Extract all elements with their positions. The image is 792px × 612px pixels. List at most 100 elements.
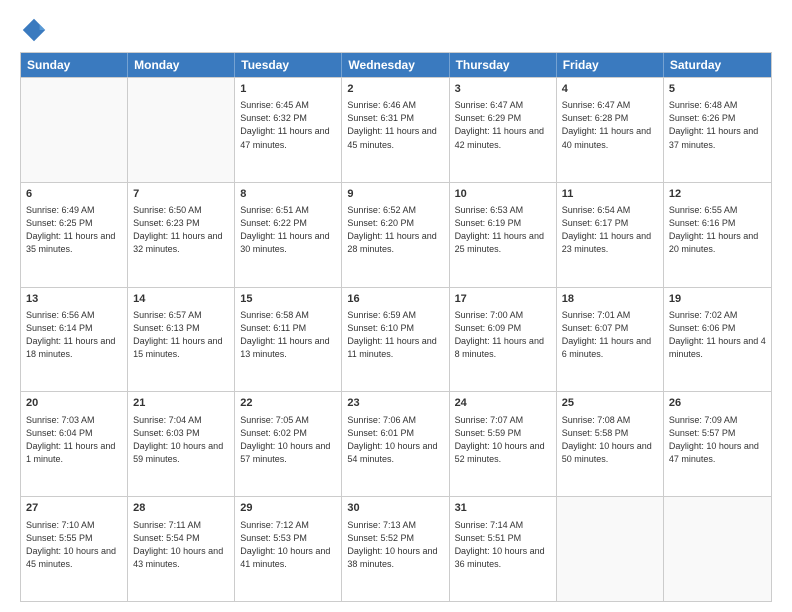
cal-cell-9: 9 Sunrise: 6:52 AMSunset: 6:20 PMDaylight…	[342, 183, 449, 287]
day-number: 5	[669, 82, 766, 97]
day-info: Sunrise: 7:01 AMSunset: 6:07 PMDaylight:…	[562, 309, 658, 361]
cal-cell-25: 25 Sunrise: 7:08 AMSunset: 5:58 PMDayligh…	[557, 392, 664, 496]
cal-cell-empty-0-0	[21, 78, 128, 182]
day-header-saturday: Saturday	[664, 53, 771, 77]
day-info: Sunrise: 6:59 AMSunset: 6:10 PMDaylight:…	[347, 309, 443, 361]
day-number: 16	[347, 292, 443, 307]
cal-cell-23: 23Sunrise: 7:06 AMSunset: 6:01 PMDayligh…	[342, 392, 449, 496]
day-number: 19	[669, 292, 766, 307]
day-number: 17	[455, 292, 551, 307]
cal-cell-24: 24 Sunrise: 7:07 AMSunset: 5:59 PMDayligh…	[450, 392, 557, 496]
day-number: 6	[26, 187, 122, 202]
calendar: SundayMondayTuesdayWednesdayThursdayFrid…	[20, 52, 772, 602]
cal-cell-17: 17 Sunrise: 7:00 AMSunset: 6:09 PMDayligh…	[450, 288, 557, 392]
day-number: 25	[562, 396, 658, 411]
day-number: 9	[347, 187, 443, 202]
day-number: 2	[347, 82, 443, 97]
day-number: 3	[455, 82, 551, 97]
day-number: 8	[240, 187, 336, 202]
day-number: 11	[562, 187, 658, 202]
cal-cell-30: 30 Sunrise: 7:13 AMSunset: 5:52 PMDayligh…	[342, 497, 449, 601]
day-header-monday: Monday	[128, 53, 235, 77]
day-info: Sunrise: 6:47 AMSunset: 6:28 PMDaylight:…	[562, 99, 658, 151]
cal-cell-1: 1 Sunrise: 6:45 AMSunset: 6:32 PMDaylight…	[235, 78, 342, 182]
day-info: Sunrise: 6:49 AMSunset: 6:25 PMDaylight:…	[26, 204, 122, 256]
day-info: Sunrise: 6:56 AMSunset: 6:14 PMDaylight:…	[26, 309, 122, 361]
day-number: 4	[562, 82, 658, 97]
cal-cell-3: 3 Sunrise: 6:47 AMSunset: 6:29 PMDaylight…	[450, 78, 557, 182]
day-info: Sunrise: 7:08 AMSunset: 5:58 PMDaylight:…	[562, 414, 658, 466]
cal-cell-empty-4-5	[557, 497, 664, 601]
calendar-body: 1 Sunrise: 6:45 AMSunset: 6:32 PMDaylight…	[21, 77, 771, 601]
day-number: 30	[347, 501, 443, 516]
day-number: 28	[133, 501, 229, 516]
cal-cell-13: 13 Sunrise: 6:56 AMSunset: 6:14 PMDayligh…	[21, 288, 128, 392]
header	[20, 16, 772, 44]
cal-cell-15: 15Sunrise: 6:58 AMSunset: 6:11 PMDayligh…	[235, 288, 342, 392]
cal-cell-11: 11 Sunrise: 6:54 AMSunset: 6:17 PMDayligh…	[557, 183, 664, 287]
day-header-sunday: Sunday	[21, 53, 128, 77]
day-header-tuesday: Tuesday	[235, 53, 342, 77]
day-number: 21	[133, 396, 229, 411]
day-number: 14	[133, 292, 229, 307]
day-info: Sunrise: 7:00 AMSunset: 6:09 PMDaylight:…	[455, 309, 551, 361]
day-number: 23	[347, 396, 443, 411]
day-number: 15	[240, 292, 336, 307]
cal-cell-31: 31 Sunrise: 7:14 AMSunset: 5:51 PMDayligh…	[450, 497, 557, 601]
day-number: 1	[240, 82, 336, 97]
week-row-3: 13 Sunrise: 6:56 AMSunset: 6:14 PMDayligh…	[21, 287, 771, 392]
day-info: Sunrise: 7:05 AMSunset: 6:02 PMDaylight:…	[240, 414, 336, 466]
day-info: Sunrise: 7:14 AMSunset: 5:51 PMDaylight:…	[455, 519, 551, 571]
day-info: Sunrise: 6:54 AMSunset: 6:17 PMDaylight:…	[562, 204, 658, 256]
logo-icon	[20, 16, 48, 44]
day-number: 24	[455, 396, 551, 411]
cal-cell-7: 7 Sunrise: 6:50 AMSunset: 6:23 PMDaylight…	[128, 183, 235, 287]
cal-cell-2: 2 Sunrise: 6:46 AMSunset: 6:31 PMDaylight…	[342, 78, 449, 182]
cal-cell-26: 26 Sunrise: 7:09 AMSunset: 5:57 PMDayligh…	[664, 392, 771, 496]
calendar-header: SundayMondayTuesdayWednesdayThursdayFrid…	[21, 53, 771, 77]
cal-cell-10: 10 Sunrise: 6:53 AMSunset: 6:19 PMDayligh…	[450, 183, 557, 287]
day-info: Sunrise: 6:57 AMSunset: 6:13 PMDaylight:…	[133, 309, 229, 361]
day-info: Sunrise: 7:07 AMSunset: 5:59 PMDaylight:…	[455, 414, 551, 466]
day-number: 31	[455, 501, 551, 516]
day-number: 26	[669, 396, 766, 411]
day-info: Sunrise: 6:47 AMSunset: 6:29 PMDaylight:…	[455, 99, 551, 151]
cal-cell-empty-4-6	[664, 497, 771, 601]
day-info: Sunrise: 7:03 AMSunset: 6:04 PMDaylight:…	[26, 414, 122, 466]
day-number: 7	[133, 187, 229, 202]
day-info: Sunrise: 6:52 AMSunset: 6:20 PMDaylight:…	[347, 204, 443, 256]
cal-cell-27: 27Sunrise: 7:10 AMSunset: 5:55 PMDayligh…	[21, 497, 128, 601]
day-info: Sunrise: 6:53 AMSunset: 6:19 PMDaylight:…	[455, 204, 551, 256]
day-header-friday: Friday	[557, 53, 664, 77]
day-number: 27	[26, 501, 122, 516]
day-info: Sunrise: 6:51 AMSunset: 6:22 PMDaylight:…	[240, 204, 336, 256]
day-info: Sunrise: 6:45 AMSunset: 6:32 PMDaylight:…	[240, 99, 336, 151]
page: SundayMondayTuesdayWednesdayThursdayFrid…	[0, 0, 792, 612]
day-number: 22	[240, 396, 336, 411]
day-info: Sunrise: 7:04 AMSunset: 6:03 PMDaylight:…	[133, 414, 229, 466]
cal-cell-16: 16 Sunrise: 6:59 AMSunset: 6:10 PMDayligh…	[342, 288, 449, 392]
day-info: Sunrise: 7:02 AMSunset: 6:06 PMDaylight:…	[669, 309, 766, 361]
day-info: Sunrise: 6:48 AMSunset: 6:26 PMDaylight:…	[669, 99, 766, 151]
cal-cell-18: 18 Sunrise: 7:01 AMSunset: 6:07 PMDayligh…	[557, 288, 664, 392]
cal-cell-5: 5 Sunrise: 6:48 AMSunset: 6:26 PMDaylight…	[664, 78, 771, 182]
cal-cell-empty-0-1	[128, 78, 235, 182]
cal-cell-19: 19 Sunrise: 7:02 AMSunset: 6:06 PMDayligh…	[664, 288, 771, 392]
week-row-2: 6 Sunrise: 6:49 AMSunset: 6:25 PMDaylight…	[21, 182, 771, 287]
day-info: Sunrise: 7:13 AMSunset: 5:52 PMDaylight:…	[347, 519, 443, 571]
cal-cell-14: 14 Sunrise: 6:57 AMSunset: 6:13 PMDayligh…	[128, 288, 235, 392]
day-info: Sunrise: 7:11 AMSunset: 5:54 PMDaylight:…	[133, 519, 229, 571]
day-number: 12	[669, 187, 766, 202]
day-number: 13	[26, 292, 122, 307]
day-number: 10	[455, 187, 551, 202]
day-info: Sunrise: 7:09 AMSunset: 5:57 PMDaylight:…	[669, 414, 766, 466]
day-info: Sunrise: 6:50 AMSunset: 6:23 PMDaylight:…	[133, 204, 229, 256]
day-number: 18	[562, 292, 658, 307]
day-header-thursday: Thursday	[450, 53, 557, 77]
day-header-wednesday: Wednesday	[342, 53, 449, 77]
logo	[20, 16, 50, 44]
week-row-5: 27Sunrise: 7:10 AMSunset: 5:55 PMDayligh…	[21, 496, 771, 601]
day-info: Sunrise: 6:46 AMSunset: 6:31 PMDaylight:…	[347, 99, 443, 151]
cal-cell-12: 12 Sunrise: 6:55 AMSunset: 6:16 PMDayligh…	[664, 183, 771, 287]
day-info: Sunrise: 6:55 AMSunset: 6:16 PMDaylight:…	[669, 204, 766, 256]
